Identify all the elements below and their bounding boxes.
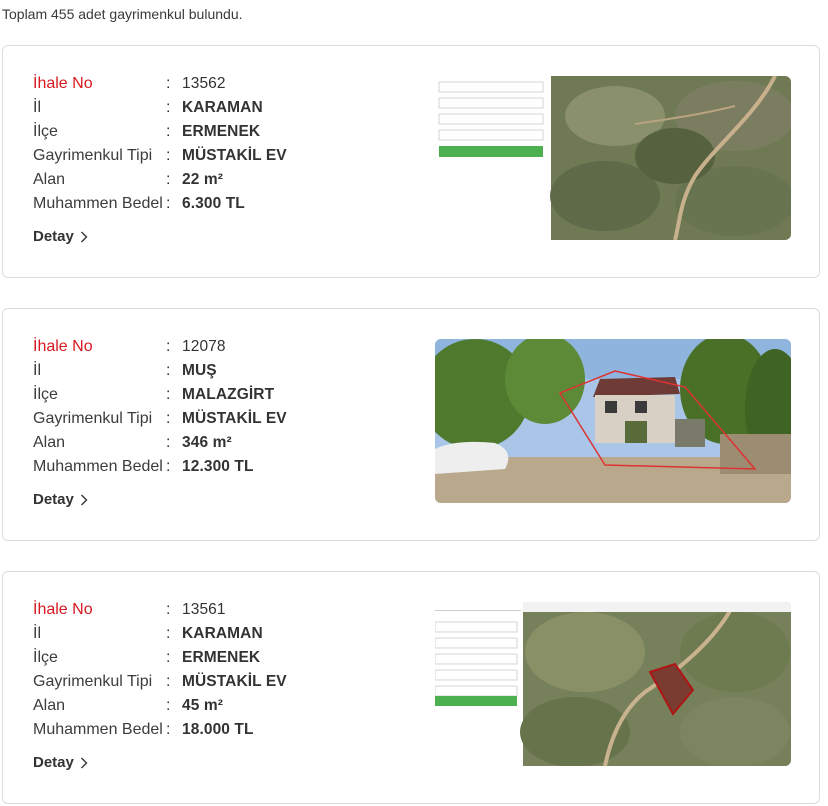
tip-row: Gayrimenkul Tipi : MÜSTAKİL EV (33, 407, 393, 431)
alan-row: Alan : 22 m² (33, 168, 393, 192)
ilce-value: ERMENEK (182, 649, 261, 666)
ilce-label: İlçe (33, 123, 58, 140)
colon: : (166, 697, 171, 714)
ilce-value: ERMENEK (182, 123, 261, 140)
chevron-right-icon (80, 494, 88, 505)
listing-image[interactable] (435, 76, 791, 240)
alan-value: 346 m² (182, 434, 232, 451)
ilce-label: İlçe (33, 649, 58, 666)
tip-label: Gayrimenkul Tipi (33, 673, 153, 690)
tip-label: Gayrimenkul Tipi (33, 147, 153, 164)
satellite-map-screenshot (435, 602, 791, 766)
listing-card[interactable]: İhale No : 13561 İl : KARAMAN İlçe : ERM… (2, 571, 820, 804)
il-value: KARAMAN (182, 99, 263, 116)
ihale-no-label: İhale No (33, 338, 93, 355)
tip-value: MÜSTAKİL EV (182, 673, 287, 690)
colon: : (166, 338, 171, 355)
satellite-map-screenshot (435, 76, 791, 240)
tip-value: MÜSTAKİL EV (182, 410, 287, 427)
ihale-no-row: İhale No : 13562 (33, 72, 393, 96)
tip-row: Gayrimenkul Tipi : MÜSTAKİL EV (33, 144, 393, 168)
ihale-no-value: 12078 (182, 338, 226, 355)
ihale-no-row: İhale No : 12078 (33, 335, 393, 359)
alan-value: 45 m² (182, 697, 223, 714)
colon: : (166, 625, 171, 642)
results-summary: Toplam 455 adet gayrimenkul bulundu. (2, 6, 243, 22)
colon: : (166, 171, 171, 188)
il-row: İl : KARAMAN (33, 622, 393, 646)
colon: : (166, 649, 171, 666)
il-row: İl : KARAMAN (33, 96, 393, 120)
ihale-no-label: İhale No (33, 601, 93, 618)
il-label: İl (33, 625, 41, 642)
tip-value: MÜSTAKİL EV (182, 147, 287, 164)
colon: : (166, 99, 171, 116)
listing-info: İhale No : 13562 İl : KARAMAN İlçe : ERM… (33, 72, 393, 216)
colon: : (166, 75, 171, 92)
bedel-row: Muhammen Bedel : 12.300 TL (33, 455, 393, 479)
colon: : (166, 601, 171, 618)
colon: : (166, 362, 171, 379)
chevron-right-icon (80, 757, 88, 768)
detay-label: Detay (33, 754, 74, 771)
il-value: KARAMAN (182, 625, 263, 642)
il-label: İl (33, 362, 41, 379)
alan-row: Alan : 346 m² (33, 431, 393, 455)
bedel-row: Muhammen Bedel : 6.300 TL (33, 192, 393, 216)
ilce-value: MALAZGİRT (182, 386, 275, 403)
bedel-value: 18.000 TL (182, 721, 254, 738)
bedel-label: Muhammen Bedel (33, 195, 163, 212)
tip-row: Gayrimenkul Tipi : MÜSTAKİL EV (33, 670, 393, 694)
alan-label: Alan (33, 697, 66, 714)
ihale-no-row: İhale No : 13561 (33, 598, 393, 622)
bedel-value: 12.300 TL (182, 458, 254, 475)
house-photo (435, 339, 791, 503)
colon: : (166, 147, 171, 164)
il-row: İl : MUŞ (33, 359, 393, 383)
alan-value: 22 m² (182, 171, 223, 188)
listing-info: İhale No : 12078 İl : MUŞ İlçe : MALAZGİ… (33, 335, 393, 479)
ilce-label: İlçe (33, 386, 58, 403)
colon: : (166, 721, 171, 738)
bedel-label: Muhammen Bedel (33, 721, 163, 738)
bedel-label: Muhammen Bedel (33, 458, 163, 475)
listing-info: İhale No : 13561 İl : KARAMAN İlçe : ERM… (33, 598, 393, 742)
colon: : (166, 434, 171, 451)
il-label: İl (33, 99, 41, 116)
detay-label: Detay (33, 228, 74, 245)
chevron-right-icon (80, 231, 88, 242)
detay-link[interactable]: Detay (33, 754, 88, 771)
colon: : (166, 195, 171, 212)
colon: : (166, 410, 171, 427)
listing-card[interactable]: İhale No : 12078 İl : MUŞ İlçe : MALAZGİ… (2, 308, 820, 541)
bedel-value: 6.300 TL (182, 195, 245, 212)
ilce-row: İlçe : ERMENEK (33, 646, 393, 670)
il-value: MUŞ (182, 362, 217, 379)
listing-image[interactable] (435, 339, 791, 503)
ihale-no-value: 13562 (182, 75, 226, 92)
alan-label: Alan (33, 434, 66, 451)
listing-card[interactable]: İhale No : 13562 İl : KARAMAN İlçe : ERM… (2, 45, 820, 278)
ilce-row: İlçe : ERMENEK (33, 120, 393, 144)
alan-label: Alan (33, 171, 66, 188)
ihale-no-value: 13561 (182, 601, 226, 618)
colon: : (166, 458, 171, 475)
detay-link[interactable]: Detay (33, 228, 88, 245)
colon: : (166, 123, 171, 140)
bedel-row: Muhammen Bedel : 18.000 TL (33, 718, 393, 742)
ilce-row: İlçe : MALAZGİRT (33, 383, 393, 407)
alan-row: Alan : 45 m² (33, 694, 393, 718)
tip-label: Gayrimenkul Tipi (33, 410, 153, 427)
colon: : (166, 386, 171, 403)
colon: : (166, 673, 171, 690)
detay-label: Detay (33, 491, 74, 508)
listing-image[interactable] (435, 602, 791, 766)
ihale-no-label: İhale No (33, 75, 93, 92)
detay-link[interactable]: Detay (33, 491, 88, 508)
